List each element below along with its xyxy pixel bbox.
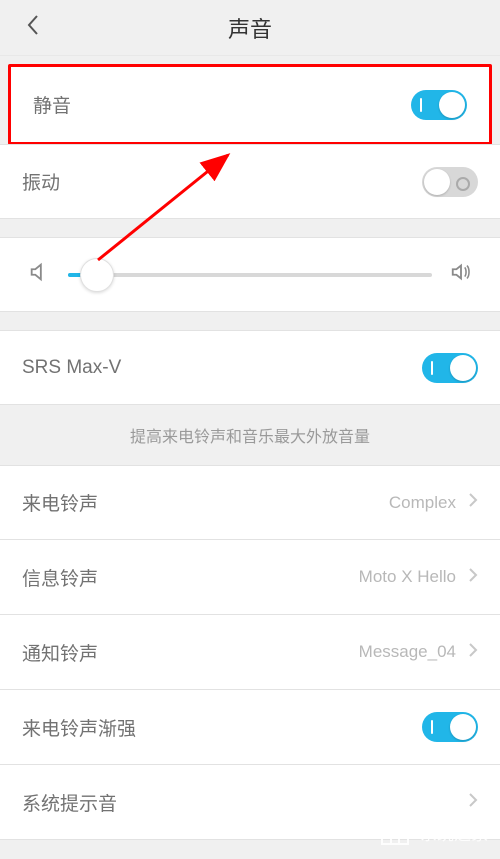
volume-slider[interactable] (68, 273, 432, 277)
incoming-ringtone-value: Complex (389, 493, 456, 513)
back-icon (25, 13, 41, 37)
msg-ringtone-value: Moto X Hello (359, 567, 456, 587)
speaker-high-icon (450, 261, 472, 288)
row-incoming-ringtone[interactable]: 来电铃声 Complex (0, 465, 500, 540)
srs-toggle[interactable] (422, 353, 478, 383)
chevron-right-icon (468, 792, 478, 813)
page-title: 声音 (228, 12, 272, 44)
incoming-ringtone-label: 来电铃声 (22, 489, 98, 516)
volume-slider-row (0, 237, 500, 312)
header: 声音 (0, 0, 500, 56)
srs-label: SRS Max-V (22, 357, 121, 379)
msg-ringtone-label: 信息铃声 (22, 564, 98, 591)
rising-ringtone-toggle[interactable] (422, 712, 478, 742)
notif-ringtone-label: 通知铃声 (22, 639, 98, 666)
srs-hint: 提高来电铃声和音乐最大外放音量 (0, 405, 500, 465)
row-notif-ringtone[interactable]: 通知铃声 Message_04 (0, 615, 500, 690)
row-srs[interactable]: SRS Max-V (0, 330, 500, 405)
row-silent[interactable]: 静音 (11, 67, 489, 142)
row-system-sound[interactable]: 系统提示音 (0, 765, 500, 840)
chevron-right-icon (468, 567, 478, 588)
silent-label: 静音 (33, 91, 71, 118)
row-msg-ringtone[interactable]: 信息铃声 Moto X Hello (0, 540, 500, 615)
highlight-silent-row: 静音 (8, 64, 492, 145)
back-button[interactable] (20, 8, 46, 47)
silent-toggle[interactable] (411, 90, 467, 120)
slider-thumb[interactable] (80, 258, 114, 292)
speaker-low-icon (28, 261, 50, 288)
chevron-right-icon (468, 492, 478, 513)
row-rising-ringtone[interactable]: 来电铃声渐强 (0, 690, 500, 765)
chevron-right-icon (468, 642, 478, 663)
notif-ringtone-value: Message_04 (359, 642, 456, 662)
vibrate-label: 振动 (22, 168, 60, 195)
vibrate-toggle[interactable] (422, 167, 478, 197)
rising-ringtone-label: 来电铃声渐强 (22, 714, 136, 741)
row-vibrate[interactable]: 振动 (0, 144, 500, 219)
system-sound-label: 系统提示音 (22, 789, 117, 816)
